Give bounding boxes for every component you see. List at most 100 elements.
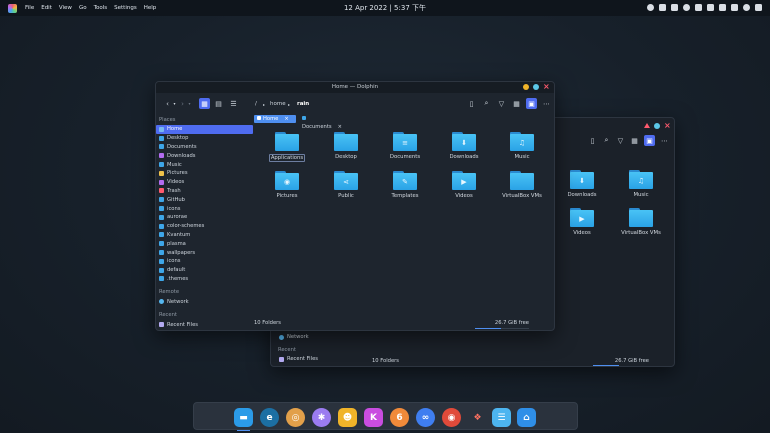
folder-downloads[interactable]: ⬇ Downloads (559, 170, 605, 198)
sidebar-item-music[interactable]: Music (156, 160, 253, 169)
file-manager-window[interactable]: Home — Dolphin × ‹ ▾ › ▾ ▦ ▤ ☰ / ▸ home … (155, 81, 555, 331)
notification-icon[interactable] (647, 4, 654, 11)
split-view-icon[interactable]: ▯ (587, 135, 598, 146)
menu-edit[interactable]: Edit (41, 5, 52, 11)
keep-above-icon[interactable] (644, 123, 650, 128)
close-tab-icon[interactable]: × (284, 116, 288, 122)
folder-music[interactable]: ♫ Music (618, 170, 664, 198)
notes-app-icon[interactable]: ☰ (492, 408, 511, 427)
star-app-icon[interactable]: ✱ (312, 408, 331, 427)
clipboard-icon[interactable] (659, 4, 666, 11)
menu-view[interactable]: View (59, 5, 72, 11)
sidebar-item-pictures[interactable]: Pictures (156, 169, 253, 178)
sidebar-item-color-schemes[interactable]: color-schemes (156, 222, 253, 231)
sidebar-item-trash[interactable]: Trash (156, 187, 253, 196)
tab-home[interactable]: Home × (254, 115, 296, 123)
sidebar-item-icons-2[interactable]: icons (156, 257, 253, 266)
tab-documents[interactable]: Documents × (299, 115, 349, 130)
folder-pictures[interactable]: ◉ Pictures (264, 171, 310, 199)
menu-file[interactable]: File (25, 5, 34, 11)
music-player-icon[interactable]: ◉ (442, 408, 461, 427)
icons-view-icon[interactable]: ▦ (629, 135, 640, 146)
sidebar-item-documents[interactable]: Documents (156, 143, 253, 152)
search-icon[interactable]: ⌕ (481, 98, 492, 109)
folder-videos[interactable]: ▶ Videos (559, 208, 605, 236)
preview-icon[interactable]: ▣ (644, 135, 655, 146)
folder-documents[interactable]: ≡ Documents (382, 132, 428, 160)
sidebar-item-icons[interactable]: icons (156, 204, 253, 213)
maximize-button[interactable] (654, 123, 660, 129)
preview-toggle-icon[interactable]: ▣ (526, 98, 537, 109)
details-view-button[interactable]: ☰ (228, 98, 239, 109)
close-button[interactable]: × (543, 83, 550, 91)
dolphin-app-icon[interactable]: ▬ (234, 408, 253, 431)
title-bar[interactable]: Home — Dolphin × (156, 82, 554, 93)
cat-app-icon[interactable]: ☻ (338, 408, 357, 427)
breadcrumb-current[interactable]: rain (297, 101, 309, 107)
meta-app-icon[interactable]: ∞ (416, 408, 435, 427)
sidebar-item-videos[interactable]: Videos (156, 178, 253, 187)
forward-history-dropdown-icon[interactable]: ▾ (184, 98, 195, 109)
maximize-button[interactable] (533, 84, 539, 90)
close-tab-icon[interactable]: × (338, 124, 342, 130)
folder-downloads[interactable]: ⬇ Downloads (441, 132, 487, 160)
app-launcher-icon[interactable] (8, 3, 17, 13)
folder-public[interactable]: ⋖ Public (323, 171, 369, 199)
store-app-icon[interactable]: ⌂ (517, 408, 536, 427)
menu-go[interactable]: Go (79, 5, 87, 11)
menu-help[interactable]: Help (144, 5, 157, 11)
folder-applications[interactable]: Applications (264, 132, 310, 162)
folder-music[interactable]: ♫ Music (499, 132, 545, 160)
search-icon[interactable]: ⌕ (601, 135, 612, 146)
sidebar-item-kvantum[interactable]: Kvantum (156, 231, 253, 240)
keyboard-icon[interactable] (695, 4, 702, 11)
sidebar-item-network[interactable]: Network (279, 334, 309, 340)
tab-bar: Home × Documents × (253, 114, 554, 130)
chat-icon[interactable] (719, 4, 726, 11)
keyboard-layout-icon[interactable] (731, 4, 738, 11)
icons-grid-icon[interactable]: ▦ (511, 98, 522, 109)
sidebar-item-recent-files[interactable]: Recent Files (156, 320, 253, 329)
filter-icon[interactable]: ▽ (496, 98, 507, 109)
split-view-icon[interactable]: ▯ (466, 98, 477, 109)
filter-icon[interactable]: ▽ (615, 135, 626, 146)
music-icon (159, 162, 164, 168)
weather-icon[interactable] (683, 4, 690, 11)
breadcrumb-root[interactable]: / (255, 101, 257, 107)
edge-browser-icon[interactable]: e (260, 408, 279, 427)
kotlin-app-icon[interactable]: K (364, 408, 383, 427)
sidebar-item-home[interactable]: Home (156, 125, 253, 134)
sidebar-item-github[interactable]: GitHub (156, 195, 253, 204)
folder-virtualbox-vms[interactable]: VirtualBox VMs (499, 171, 545, 199)
sidebar-item-downloads[interactable]: Downloads (156, 151, 253, 160)
breadcrumb-home[interactable]: home (270, 101, 286, 107)
sidebar-item-themes[interactable]: .themes (156, 275, 253, 284)
volume-icon[interactable] (671, 4, 678, 11)
more-options-icon[interactable]: ⋯ (541, 98, 552, 109)
compact-view-button[interactable]: ▤ (213, 98, 224, 109)
folder-templates[interactable]: ✎ Templates (382, 171, 428, 199)
sidebar-item-plasma[interactable]: plasma (156, 239, 253, 248)
sidebar-item-network[interactable]: Network (156, 297, 253, 306)
wifi-icon[interactable] (743, 4, 750, 11)
minimize-button[interactable] (523, 84, 529, 90)
menu-settings[interactable]: Settings (114, 5, 137, 11)
menu-tools[interactable]: Tools (94, 5, 108, 11)
folder-videos[interactable]: ▶ Videos (441, 171, 487, 199)
more-options-icon[interactable]: ⋯ (659, 135, 670, 146)
sidebar-item-desktop[interactable]: Desktop (156, 134, 253, 143)
swirl-app-icon[interactable]: 6 (390, 408, 409, 427)
sidebar-item-wallpapers[interactable]: wallpapers (156, 248, 253, 257)
figma-app-icon[interactable]: ❖ (468, 408, 487, 427)
tray-expand-icon[interactable] (755, 4, 762, 11)
close-button[interactable]: × (664, 122, 671, 130)
icons-view-button[interactable]: ▦ (199, 98, 210, 109)
folder-desktop[interactable]: Desktop (323, 132, 369, 160)
battery-icon[interactable] (707, 4, 714, 11)
folder-virtualbox-vms[interactable]: VirtualBox VMs (618, 208, 664, 236)
ring-app-icon[interactable]: ◎ (286, 408, 305, 427)
sidebar-item-aurorae[interactable]: aurorae (156, 213, 253, 222)
sidebar-item-default[interactable]: default (156, 266, 253, 275)
status-free-space[interactable]: 26.7 GiB free (495, 320, 529, 326)
sidebar-item-recent-files[interactable]: Recent Files (279, 356, 318, 362)
